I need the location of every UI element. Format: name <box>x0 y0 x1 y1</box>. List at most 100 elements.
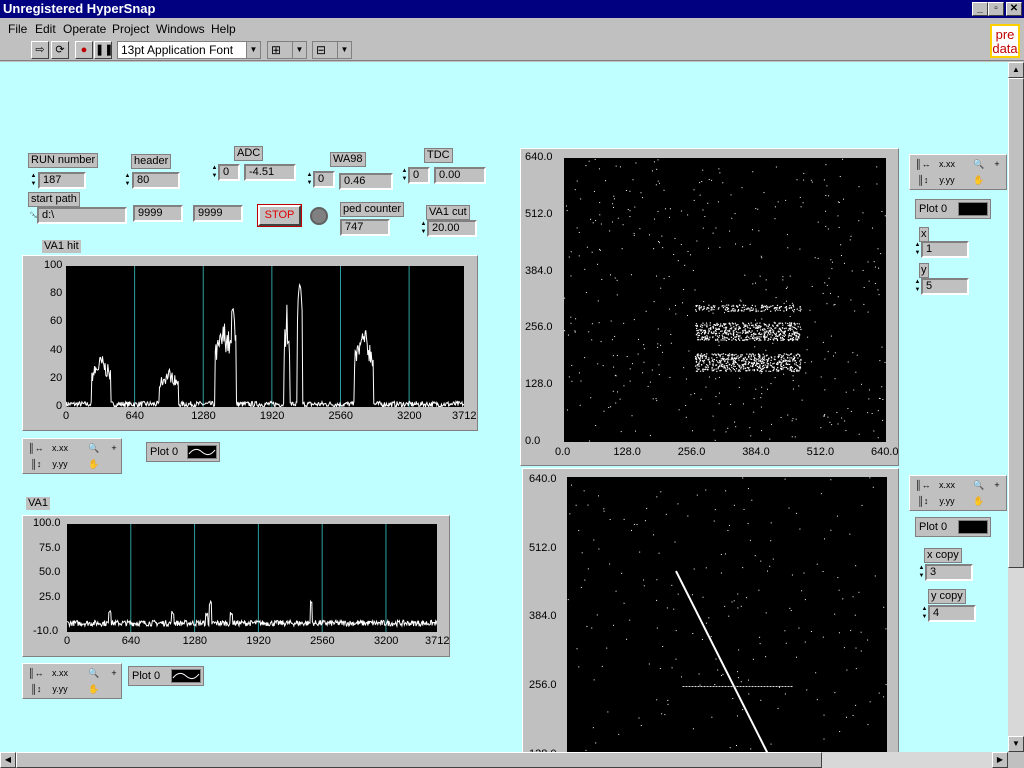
data-point <box>830 259 832 261</box>
start-path-field[interactable]: d:\ <box>37 207 127 224</box>
y-copy-field[interactable]: 4 <box>928 605 976 622</box>
x-scale-icon[interactable]: x.xx <box>936 157 958 171</box>
data-point <box>695 323 698 325</box>
crosshair-icon[interactable]: + <box>103 666 125 680</box>
menu-file[interactable]: File <box>8 19 27 39</box>
cursor-lock-icon[interactable]: ║↔ <box>25 666 47 680</box>
data-point <box>789 357 791 359</box>
minimize-button[interactable]: _ <box>972 2 988 16</box>
data-point <box>868 398 870 400</box>
y-copy-spinner[interactable]: ▲ ▼ <box>921 605 928 622</box>
y-autoscale-icon[interactable]: ║↕ <box>25 457 47 471</box>
align-select[interactable]: ⊞ ▼ <box>267 41 307 59</box>
wa98-index-spinner[interactable]: ▲ ▼ <box>306 171 313 188</box>
y-autoscale-icon[interactable]: ║↕ <box>25 682 47 696</box>
scroll-right-icon[interactable]: ▶ <box>992 752 1008 768</box>
y-scale-icon[interactable]: y.yy <box>49 682 71 696</box>
restore-button[interactable]: ▫ <box>988 2 1004 16</box>
y-field[interactable]: 5 <box>921 278 969 295</box>
x-copy-spinner[interactable]: ▲ ▼ <box>918 564 925 581</box>
data-point <box>883 606 885 608</box>
run-continuous-icon[interactable]: ⟳ <box>51 41 69 59</box>
x-tick-label: 3712 <box>425 635 450 647</box>
header-field[interactable]: 80 <box>132 172 180 189</box>
x-field[interactable]: 1 <box>921 241 969 258</box>
va1-hit-legend[interactable]: Plot 0 <box>146 442 220 462</box>
menu-windows[interactable]: Windows <box>156 19 205 39</box>
data-point <box>733 354 736 356</box>
pan-hand-icon[interactable]: ✋ <box>968 173 990 187</box>
data-point <box>756 322 758 324</box>
xy-bottom-legend[interactable]: Plot 0 <box>915 517 991 537</box>
data-point <box>799 196 801 198</box>
crosshair-icon[interactable]: + <box>986 157 1008 171</box>
data-point <box>746 335 748 337</box>
data-point <box>738 364 740 366</box>
data-point <box>738 304 741 306</box>
pan-hand-icon[interactable]: ✋ <box>83 457 105 471</box>
data-point <box>642 372 644 374</box>
data-point <box>732 359 734 361</box>
data-point <box>722 182 724 184</box>
horizontal-scroll-thumb[interactable] <box>16 752 822 768</box>
cursor-lock-icon[interactable]: ║↔ <box>912 157 934 171</box>
zoom-icon[interactable]: 🔍 <box>83 441 105 455</box>
xy-top-legend[interactable]: Plot 0 <box>915 199 991 219</box>
y-autoscale-icon[interactable]: ║↕ <box>912 494 934 508</box>
run-number-spinner[interactable]: ▲ ▼ <box>30 172 37 189</box>
x-scale-icon[interactable]: x.xx <box>936 478 958 492</box>
y-spinner[interactable]: ▲ ▼ <box>914 278 921 295</box>
zoom-icon[interactable]: 🔍 <box>83 666 105 680</box>
menu-help[interactable]: Help <box>211 19 236 39</box>
tdc-index-field[interactable]: 0 <box>408 167 430 184</box>
data-point <box>612 203 614 205</box>
path-browse-icon[interactable]: ␘ <box>30 207 37 224</box>
data-point <box>724 605 726 607</box>
va1-cut-spinner[interactable]: ▲ ▼ <box>420 220 427 237</box>
data-point <box>784 630 786 632</box>
data-point <box>824 282 826 284</box>
y-scale-icon[interactable]: y.yy <box>49 457 71 471</box>
y-autoscale-icon[interactable]: ║↕ <box>912 173 934 187</box>
crosshair-icon[interactable]: + <box>103 441 125 455</box>
pause-icon[interactable]: ❚❚ <box>94 41 113 59</box>
close-button[interactable]: ✕ <box>1006 2 1022 16</box>
x-copy-field[interactable]: 3 <box>925 564 973 581</box>
wa98-index-field[interactable]: 0 <box>313 171 335 188</box>
adc-index-field[interactable]: 0 <box>218 164 240 181</box>
va1-cut-field[interactable]: 20.00 <box>427 220 477 237</box>
scroll-down-icon[interactable]: ▼ <box>1008 736 1024 752</box>
crosshair-icon[interactable]: + <box>986 478 1008 492</box>
distribute-select[interactable]: ⊟ ▼ <box>312 41 352 59</box>
pan-hand-icon[interactable]: ✋ <box>83 682 105 696</box>
vertical-scroll-thumb[interactable] <box>1008 78 1024 568</box>
data-point <box>635 430 637 432</box>
pan-hand-icon[interactable]: ✋ <box>968 494 990 508</box>
cursor-lock-icon[interactable]: ║↔ <box>25 441 47 455</box>
stop-button[interactable]: STOP <box>257 204 302 227</box>
x-spinner[interactable]: ▲ ▼ <box>914 241 921 258</box>
data-point <box>617 391 619 393</box>
abort-icon[interactable]: ● <box>75 41 93 59</box>
menu-project[interactable]: Project <box>112 19 149 39</box>
adc-index-spinner[interactable]: ▲ ▼ <box>211 164 218 181</box>
y-scale-icon[interactable]: y.yy <box>936 173 958 187</box>
tdc-index-spinner[interactable]: ▲ ▼ <box>401 167 408 184</box>
x-scale-icon[interactable]: x.xx <box>49 441 71 455</box>
scroll-up-icon[interactable]: ▲ <box>1008 62 1024 78</box>
run-number-field[interactable]: 187 <box>38 172 86 189</box>
data-point <box>742 477 744 479</box>
va1-legend[interactable]: Plot 0 <box>128 666 204 686</box>
data-point <box>737 671 739 673</box>
menu-edit[interactable]: Edit <box>35 19 56 39</box>
header-spinner[interactable]: ▲ ▼ <box>124 172 131 189</box>
vertical-scrollbar[interactable]: ▲ ▼ <box>1008 62 1024 752</box>
y-scale-icon[interactable]: y.yy <box>936 494 958 508</box>
font-select[interactable]: 13pt Application Font ▼ <box>117 41 261 59</box>
cursor-lock-icon[interactable]: ║↔ <box>912 478 934 492</box>
run-arrow-icon[interactable]: ⇨ <box>31 41 49 59</box>
x-scale-icon[interactable]: x.xx <box>49 666 71 680</box>
menu-operate[interactable]: Operate <box>63 19 106 39</box>
horizontal-scrollbar[interactable]: ◀ ▶ <box>0 752 1008 768</box>
scroll-left-icon[interactable]: ◀ <box>0 752 16 768</box>
